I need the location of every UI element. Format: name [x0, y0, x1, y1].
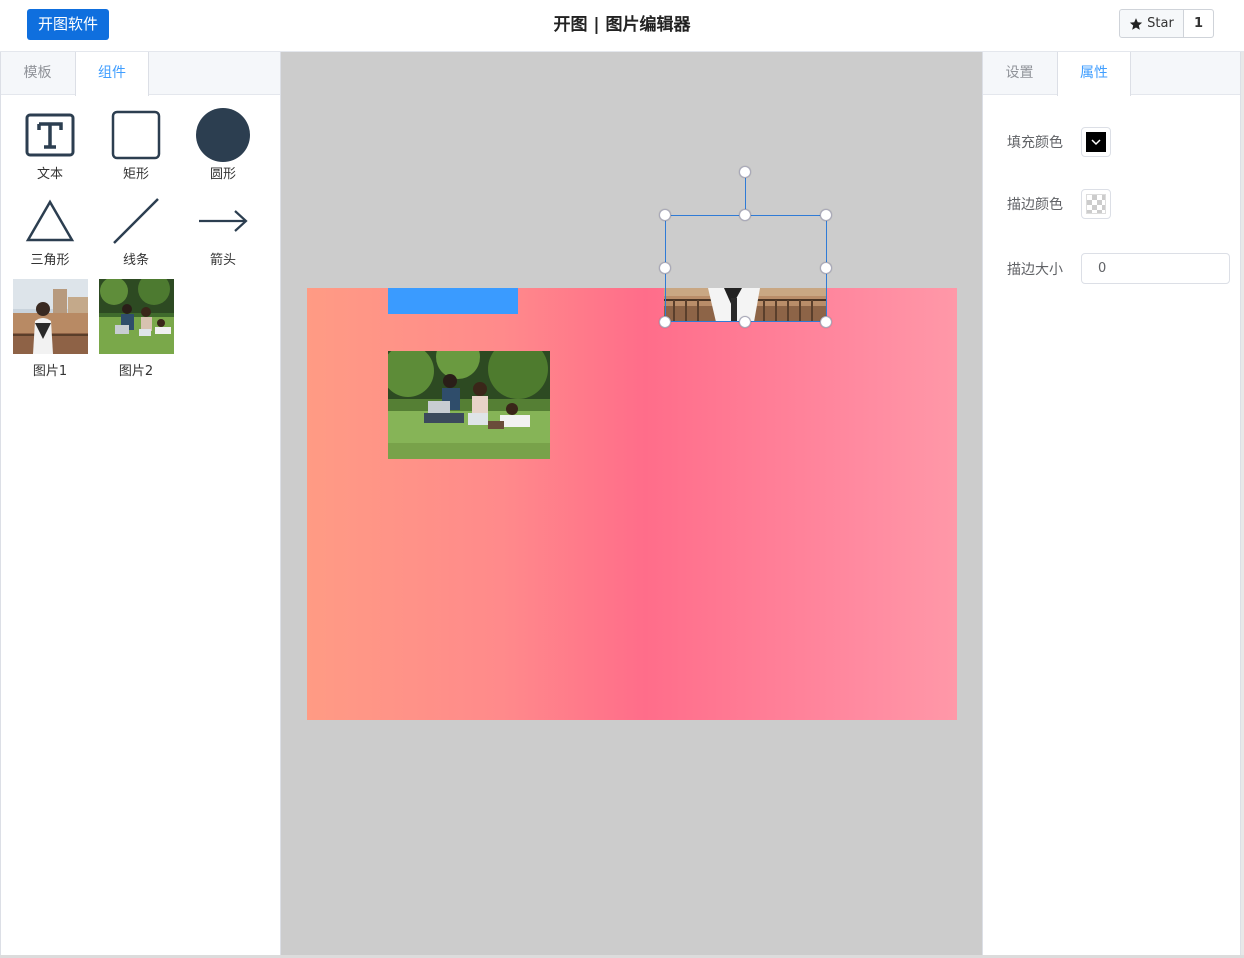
- canvas-rectangle-shape[interactable]: [388, 288, 518, 314]
- triangle-icon: [25, 199, 75, 242]
- stroke-color-row: 描边颜色: [1007, 189, 1111, 219]
- stroke-size-label: 描边大小: [1007, 261, 1063, 278]
- star-icon: [1130, 17, 1143, 30]
- component-label: 三角形: [30, 253, 70, 268]
- resize-handle-top-right[interactable]: [820, 209, 832, 221]
- stroke-size-input[interactable]: [1081, 253, 1230, 284]
- component-label: 图片1: [32, 364, 68, 379]
- resize-handle-bottom[interactable]: [739, 316, 751, 328]
- tab-components[interactable]: 组件: [75, 52, 149, 96]
- component-arrow[interactable]: 箭头: [183, 191, 263, 268]
- component-image-1[interactable]: 图片1: [10, 279, 90, 379]
- tab-properties[interactable]: 属性: [1057, 52, 1131, 96]
- component-label: 图片2: [118, 364, 154, 379]
- star-count[interactable]: 1: [1184, 10, 1213, 37]
- left-panel: 模板 组件 文本 矩形 圆形 三角形 线条 箭头 图片1 图片2: [0, 52, 281, 956]
- fill-color-swatch: [1086, 132, 1106, 152]
- resize-handle-right[interactable]: [820, 262, 832, 274]
- resize-handle-left[interactable]: [659, 262, 671, 274]
- component-label: 文本: [36, 167, 63, 182]
- component-rectangle[interactable]: 矩形: [96, 105, 176, 182]
- line-icon: [113, 198, 159, 244]
- resize-handle-bottom-right[interactable]: [820, 316, 832, 328]
- arrow-icon: [199, 210, 248, 232]
- resize-handle-top-left[interactable]: [659, 209, 671, 221]
- component-label: 矩形: [122, 167, 149, 182]
- resize-handle-top[interactable]: [739, 209, 751, 221]
- component-label: 圆形: [209, 167, 236, 182]
- canvas-workspace[interactable]: [281, 52, 982, 956]
- page-title: 开图 | 图片编辑器: [553, 15, 691, 35]
- tab-templates[interactable]: 模板: [1, 52, 75, 95]
- component-image-2[interactable]: 图片2: [96, 279, 176, 379]
- canvas-image-2[interactable]: [388, 351, 550, 459]
- fill-color-row: 填充颜色: [1007, 127, 1111, 157]
- star-label: Star: [1147, 16, 1174, 31]
- rotate-handle[interactable]: [739, 166, 751, 178]
- circle-icon: [196, 108, 250, 162]
- chevron-down-icon: [1091, 139, 1101, 146]
- right-panel: 设置 属性 填充颜色 描边颜色 描边大小: [982, 52, 1241, 956]
- component-label: 线条: [122, 253, 149, 268]
- stroke-color-label: 描边颜色: [1007, 197, 1063, 213]
- github-star-widget: Star 1: [1119, 9, 1214, 38]
- right-tabs: 设置 属性: [983, 52, 1240, 96]
- stroke-color-picker[interactable]: [1081, 189, 1111, 219]
- artboard[interactable]: [307, 288, 957, 720]
- component-circle[interactable]: 圆形: [183, 105, 263, 182]
- image-thumbnail: [98, 279, 174, 354]
- component-label: 箭头: [209, 253, 236, 268]
- fill-color-label: 填充颜色: [1007, 135, 1063, 151]
- rectangle-icon: [111, 110, 161, 160]
- component-line[interactable]: 线条: [96, 191, 176, 268]
- resize-handle-bottom-left[interactable]: [659, 316, 671, 328]
- image-thumbnail: [12, 279, 88, 354]
- stroke-size-row: 描边大小: [1007, 253, 1230, 284]
- left-tabs: 模板 组件: [1, 52, 280, 96]
- star-button[interactable]: Star: [1120, 10, 1184, 37]
- text-icon: [25, 113, 75, 157]
- stroke-color-swatch: [1086, 194, 1106, 214]
- component-text[interactable]: 文本: [10, 105, 90, 182]
- fill-color-picker[interactable]: [1081, 127, 1111, 157]
- component-triangle[interactable]: 三角形: [10, 191, 90, 268]
- app-header: 开图软件 开图 | 图片编辑器 Star 1: [0, 0, 1244, 52]
- tab-settings[interactable]: 设置: [983, 52, 1057, 95]
